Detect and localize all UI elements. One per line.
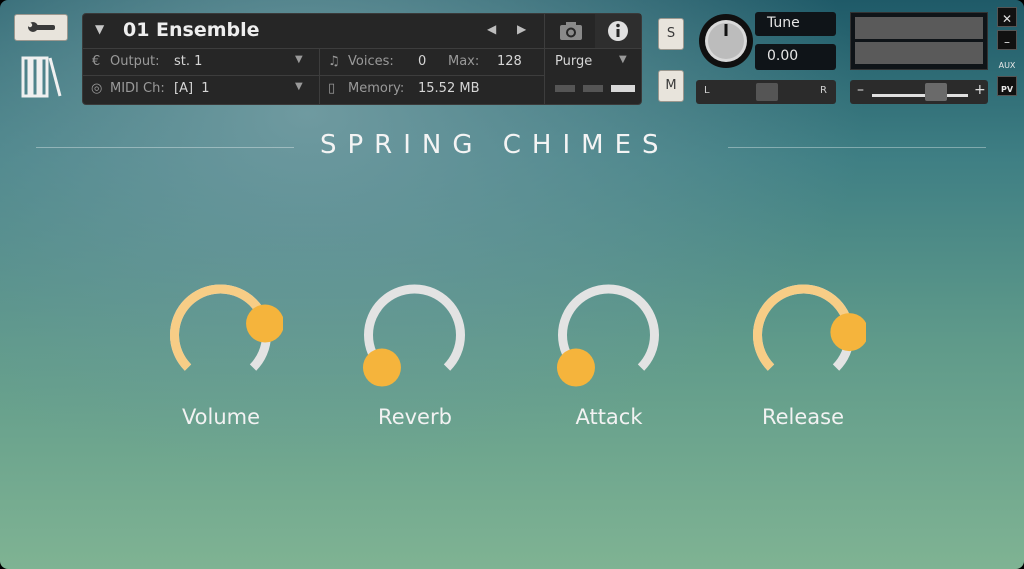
wrench-icon — [27, 22, 55, 32]
library-logo — [20, 55, 64, 99]
solo-label: S — [666, 26, 676, 41]
aux-label: AUX — [998, 61, 1016, 70]
knob-dial — [753, 284, 869, 371]
edit-instrument-button[interactable] — [14, 14, 68, 41]
knob-handle[interactable] — [556, 348, 595, 387]
max-voices-value[interactable]: 128 — [497, 54, 522, 69]
volume-minus-button[interactable]: – — [857, 82, 864, 98]
solo-button[interactable]: S — [658, 18, 684, 50]
page-title: SPRING CHIMES — [320, 130, 670, 160]
tune-label-box: Tune — [755, 12, 836, 36]
tune-knob[interactable] — [697, 12, 755, 70]
volume-slider[interactable]: – + — [850, 80, 988, 104]
reverb-knob-label: Reverb — [378, 405, 452, 429]
instrument-header-panel: ▼ 01 Ensemble ◀ ▶ € Output: st. 1 ▼ ♫ Vo… — [82, 13, 642, 105]
knob-handle[interactable] — [362, 348, 401, 387]
aux-button[interactable]: AUX — [995, 53, 1019, 71]
output-select[interactable]: st. 1 — [174, 54, 202, 69]
tune-knob-icon — [699, 14, 753, 68]
output-dropdown-icon[interactable]: ▼ — [295, 54, 303, 65]
knob-dial — [362, 284, 465, 387]
midi-icon: ◎ — [91, 81, 103, 96]
memory-label: Memory: — [348, 81, 405, 96]
minimize-icon: – — [1004, 35, 1010, 49]
midi-dropdown-icon[interactable]: ▼ — [295, 81, 303, 92]
memory-icon: ▯ — [328, 81, 336, 96]
next-instrument-icon[interactable]: ▶ — [517, 22, 526, 36]
voices-value: 0 — [418, 54, 427, 69]
meter-right-channel — [855, 42, 983, 64]
title-line-left — [36, 147, 294, 148]
info-icon — [608, 21, 628, 41]
pan-slider[interactable]: L R — [696, 80, 836, 104]
reverb-knob[interactable] — [352, 275, 477, 400]
camera-icon — [560, 22, 582, 40]
knob-handle[interactable] — [830, 313, 869, 352]
volume-knob-label: Volume — [181, 405, 261, 429]
divider — [544, 49, 545, 104]
volume-knob[interactable] — [158, 275, 285, 400]
minimize-button[interactable]: – — [997, 30, 1017, 50]
knob-dial — [556, 284, 659, 387]
collapse-arrow-icon[interactable]: ▼ — [95, 22, 104, 36]
pv-button[interactable]: PV — [997, 76, 1017, 96]
info-button[interactable] — [595, 14, 641, 48]
pv-label: PV — [1000, 85, 1014, 94]
pan-right-label: R — [820, 85, 827, 96]
purge-menu[interactable]: Purge — [555, 54, 592, 69]
snapshot-button[interactable] — [545, 14, 595, 48]
release-knob[interactable] — [741, 275, 869, 400]
midi-channel-select[interactable]: [A] 1 — [174, 81, 210, 96]
tune-label: Tune — [767, 15, 800, 31]
release-knob-label: Release — [761, 405, 845, 429]
purge-indicator — [611, 85, 635, 92]
pan-left-label: L — [704, 85, 710, 96]
midi-channel-label: MIDI Ch: — [110, 81, 165, 96]
divider — [319, 49, 320, 104]
volume-fill — [872, 94, 968, 97]
purge-dropdown-icon[interactable]: ▼ — [619, 54, 627, 65]
knob-dial — [170, 284, 285, 371]
knob-handle[interactable] — [246, 304, 285, 343]
divider — [83, 48, 641, 49]
level-meter — [850, 12, 988, 70]
mute-button[interactable]: M — [658, 70, 684, 102]
attack-knob-label: Attack — [575, 405, 643, 429]
volume-plus-button[interactable]: + — [974, 82, 986, 98]
mute-label: M — [665, 78, 677, 93]
tune-value: 0.00 — [767, 48, 799, 64]
output-icon: € — [92, 54, 101, 69]
voices-icon: ♫ — [328, 54, 340, 69]
purge-indicator — [583, 85, 603, 92]
output-label: Output: — [110, 54, 160, 69]
volume-handle[interactable] — [925, 83, 947, 101]
meter-left-channel — [855, 17, 983, 39]
close-icon: ✕ — [1001, 12, 1013, 26]
piano-logo-icon — [21, 56, 62, 98]
max-voices-label: Max: — [448, 54, 480, 69]
title-line-right — [728, 147, 986, 148]
divider — [83, 75, 544, 76]
tune-value-field[interactable]: 0.00 — [755, 44, 836, 70]
instrument-window: ▼ 01 Ensemble ◀ ▶ € Output: st. 1 ▼ ♫ Vo… — [0, 0, 1024, 569]
instrument-name[interactable]: 01 Ensemble — [123, 19, 260, 41]
pan-center-handle[interactable] — [756, 83, 778, 101]
voices-label: Voices: — [348, 54, 394, 69]
memory-value: 15.52 MB — [418, 81, 480, 96]
prev-instrument-icon[interactable]: ◀ — [487, 22, 496, 36]
attack-knob[interactable] — [546, 275, 671, 400]
close-button[interactable]: ✕ — [997, 7, 1017, 27]
purge-indicator — [555, 85, 575, 92]
